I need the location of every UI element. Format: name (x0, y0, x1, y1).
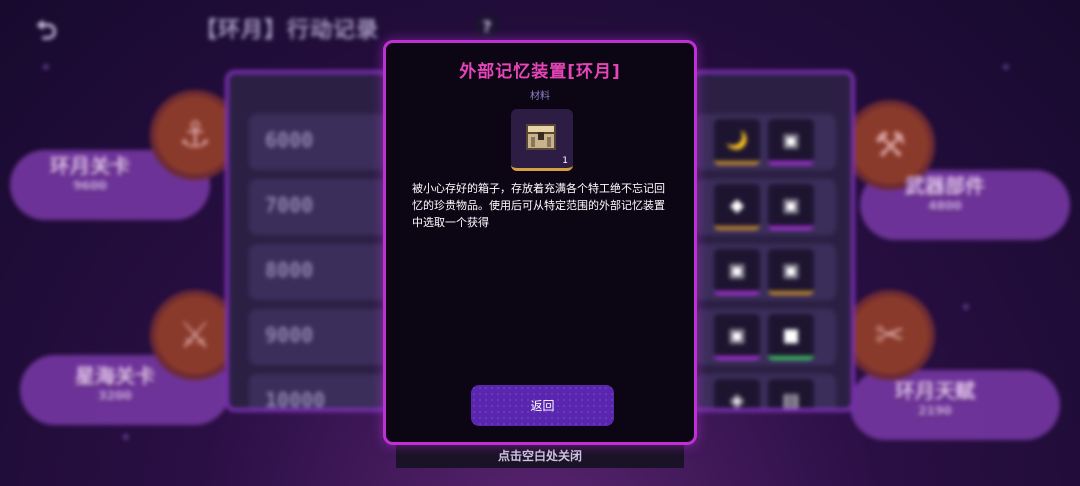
milestone-row: 7000 (249, 179, 386, 235)
back-button[interactable]: ⮌ (36, 12, 72, 46)
gem-item-icon[interactable]: ◆ (714, 184, 760, 230)
green-item-icon[interactable]: ■ (768, 314, 814, 360)
reward-row: ◈ ▤ (694, 374, 836, 408)
item-title: 外部记忆装置[环月] (459, 62, 621, 82)
reward-row: ◆ ▣ (694, 179, 836, 235)
blue-item-icon[interactable]: ◈ (714, 379, 760, 408)
item-description: 被小心存好的箱子，存放着充满各个特工绝不忘记回忆的珍贵物品。使用后可从特定范围的… (412, 182, 665, 229)
reward-row: ▣ ▣ (694, 244, 836, 300)
talent-icon: ✂ (845, 290, 935, 380)
chest-item-icon[interactable]: ▣ (768, 249, 814, 295)
chest-item-icon[interactable]: ▣ (768, 119, 814, 165)
chest-item-icon[interactable]: ▣ (714, 249, 760, 295)
chest-item-icon[interactable]: ▣ (768, 184, 814, 230)
close-hint[interactable]: 点击空白处关闭 (396, 444, 684, 468)
page-title: 【环月】行动记录 (195, 18, 380, 43)
item-slot: 1 (511, 109, 573, 171)
moon-item-icon[interactable]: 🌙 (714, 119, 760, 165)
milestone-row: 9000 (249, 309, 386, 365)
item-category: 材料 (530, 91, 550, 102)
card-item-icon[interactable]: ▤ (768, 379, 814, 408)
reward-list[interactable]: 🌙 ▣ ◆ ▣ ▣ ▣ ▣ ■ ◈ ▤ (690, 70, 855, 412)
stage-xinghai[interactable]: 星海关卡 3200 (75, 360, 155, 403)
huanyue-talent[interactable]: 环月天赋 2190 (895, 375, 975, 418)
return-button[interactable]: 返回 (471, 385, 614, 426)
milestone-list[interactable]: 6000 7000 8000 9000 10000 (225, 70, 390, 412)
reward-row: ▣ ■ (694, 309, 836, 365)
item-detail-dialog: 外部记忆装置[环月] 材料 1 被小心存好的箱子，存放着充满各个特工绝不忘记回忆… (383, 40, 697, 445)
weapon-parts[interactable]: 武器部件 4800 (905, 170, 985, 213)
milestone-row: 8000 (249, 244, 386, 300)
item-count: 1 (562, 156, 568, 166)
chest-item-icon[interactable]: ▣ (714, 314, 760, 360)
chest-icon (526, 124, 556, 150)
milestone-row: 6000 (249, 114, 386, 170)
reward-row: 🌙 ▣ (694, 114, 836, 170)
milestone-row: 10000 (249, 374, 386, 408)
help-icon[interactable]: ? (474, 14, 500, 40)
stage-huanyue[interactable]: 环月关卡 9600 (50, 150, 130, 193)
